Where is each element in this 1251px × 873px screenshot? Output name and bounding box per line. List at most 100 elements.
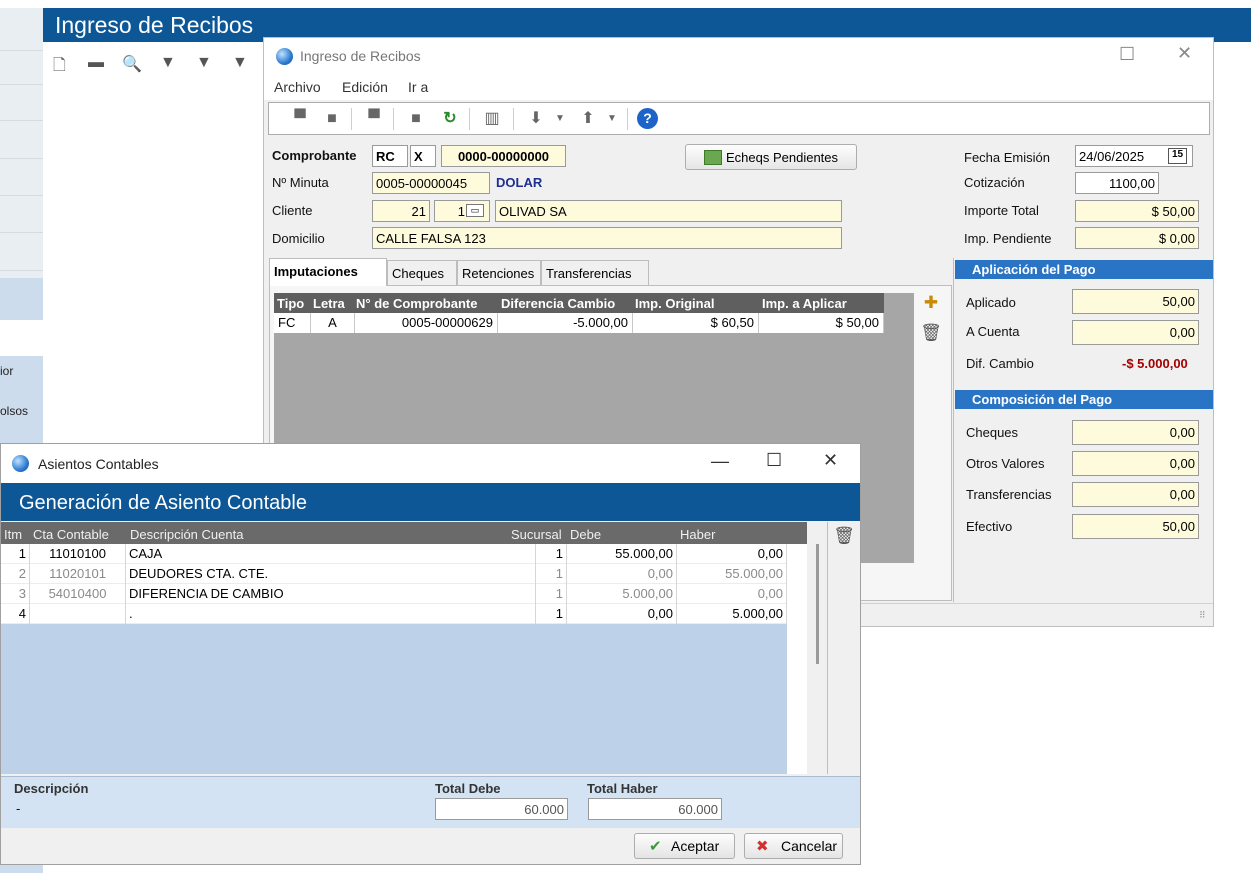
arrow-down-icon[interactable]: ⬇ <box>525 109 547 129</box>
print-icon[interactable]: ▀ <box>363 109 385 129</box>
tab-transferencias[interactable]: Transferencias <box>541 260 649 285</box>
cell-cta-contable[interactable]: 11020101 <box>30 564 126 584</box>
table-row[interactable]: 4 . 1 0,00 5.000,00 <box>1 604 787 624</box>
save-icon[interactable]: ▀ <box>289 109 311 129</box>
scrollbar-thumb[interactable] <box>816 544 819 664</box>
cell-debe[interactable]: 55.000,00 <box>567 544 677 564</box>
asientos-grid[interactable]: Itm Cta Contable Descripción Cuenta Sucu… <box>1 522 807 774</box>
minimize-icon[interactable]: — <box>711 451 729 472</box>
cell-sucursal[interactable]: 1 <box>536 544 567 564</box>
close-icon[interactable]: ✕ <box>1177 43 1192 64</box>
cotizacion-field[interactable]: 1100,00 <box>1075 172 1159 194</box>
column-header[interactable]: Sucursal <box>511 527 562 542</box>
tab-retenciones[interactable]: Retenciones <box>457 260 541 285</box>
cheques-field[interactable]: 0,00 <box>1072 420 1199 445</box>
column-header[interactable]: Descripción Cuenta <box>130 527 243 542</box>
cell-imp-original[interactable]: $ 60,50 <box>633 313 759 333</box>
maximize-icon[interactable]: ☐ <box>766 450 782 471</box>
cell-imp-aplicar[interactable]: $ 50,00 <box>759 313 884 333</box>
background-menu-selected-item[interactable] <box>0 320 43 356</box>
cell-haber[interactable]: 0,00 <box>677 584 787 604</box>
cell-haber[interactable]: 0,00 <box>677 544 787 564</box>
filter-icon[interactable]: ▼ <box>160 54 176 72</box>
vertical-scrollbar[interactable] <box>787 544 807 774</box>
column-header[interactable]: Diferencia Cambio <box>501 296 615 311</box>
cell-cta-contable[interactable]: 54010400 <box>30 584 126 604</box>
cell-itm[interactable]: 4 <box>1 604 30 624</box>
cell-cta-contable[interactable] <box>30 604 126 624</box>
filter-add-icon[interactable]: ▼ <box>196 54 212 72</box>
receipt-window-titlebar[interactable]: Ingreso de Recibos ☐ ✕ <box>264 38 1213 74</box>
chevron-down-icon[interactable]: ▼ <box>601 109 623 129</box>
cell-sucursal[interactable]: 1 <box>536 584 567 604</box>
cell-descripcion[interactable]: DEUDORES CTA. CTE. <box>126 564 536 584</box>
total-debe-field[interactable]: 60.000 <box>435 798 568 820</box>
accept-button[interactable]: ✔ Aceptar <box>634 833 735 859</box>
a-cuenta-field[interactable]: 0,00 <box>1072 320 1199 345</box>
help-icon[interactable]: ? <box>637 108 658 129</box>
domicilio-field[interactable]: CALLE FALSA 123 <box>372 227 842 249</box>
new-doc-icon[interactable]: 🗋 <box>53 54 66 81</box>
cell-comprobante[interactable]: 0005-00000629 <box>355 313 498 333</box>
cell-itm[interactable]: 2 <box>1 564 30 584</box>
column-header[interactable]: Cta Contable <box>33 527 109 542</box>
stop-icon[interactable]: ■ <box>321 109 343 129</box>
maximize-icon[interactable]: ☐ <box>1119 44 1135 65</box>
column-header[interactable]: N° de Comprobante <box>356 296 477 311</box>
client-lookup-icon[interactable]: ▭ <box>466 204 484 217</box>
cell-debe[interactable]: 0,00 <box>567 564 677 584</box>
background-menu-item[interactable]: olsos <box>0 404 28 418</box>
cell-sucursal[interactable]: 1 <box>536 604 567 624</box>
delete-row-icon[interactable]: 🗑 <box>920 323 942 345</box>
cancel-button[interactable]: ✖ Cancelar <box>744 833 843 859</box>
cell-itm[interactable]: 1 <box>1 544 30 564</box>
refresh-icon[interactable]: ↻ <box>439 109 461 129</box>
cell-descripcion[interactable]: . <box>126 604 536 624</box>
cell-tipo[interactable]: FC <box>274 313 311 333</box>
imp-pendiente-field[interactable]: $ 0,00 <box>1075 227 1199 249</box>
delete-row-icon[interactable]: 🗑 <box>833 526 855 548</box>
arrow-up-icon[interactable]: ⬆ <box>577 109 599 129</box>
transferencias-field[interactable]: 0,00 <box>1072 482 1199 507</box>
table-row[interactable]: FC A 0005-00000629 -5.000,00 $ 60,50 $ 5… <box>274 313 884 333</box>
cell-debe[interactable]: 5.000,00 <box>567 584 677 604</box>
aplicado-field[interactable]: 50,00 <box>1072 289 1199 314</box>
cell-haber[interactable]: 5.000,00 <box>677 604 787 624</box>
add-row-icon[interactable]: ✚ <box>920 293 942 315</box>
asientos-titlebar[interactable]: Asientos Contables — ☐ ✕ <box>1 444 860 483</box>
stop-icon[interactable]: ■ <box>405 109 427 129</box>
cell-descripcion[interactable]: CAJA <box>126 544 536 564</box>
otros-valores-field[interactable]: 0,00 <box>1072 451 1199 476</box>
search-icon[interactable]: 🔍 <box>122 54 142 74</box>
table-row[interactable]: 3 54010400 DIFERENCIA DE CAMBIO 1 5.000,… <box>1 584 787 604</box>
comprobante-letra-field[interactable]: X <box>410 145 436 167</box>
column-header[interactable]: Haber <box>680 527 715 542</box>
cell-itm[interactable]: 3 <box>1 584 30 604</box>
menu-ir-a[interactable]: Ir a <box>408 79 428 95</box>
menu-edicion[interactable]: Edición <box>342 79 388 95</box>
menu-archivo[interactable]: Archivo <box>274 79 321 95</box>
calendar-icon[interactable]: 15 <box>1168 148 1187 164</box>
table-row[interactable]: 2 11020101 DEUDORES CTA. CTE. 1 0,00 55.… <box>1 564 787 584</box>
importe-total-field[interactable]: $ 50,00 <box>1075 200 1199 222</box>
column-header[interactable]: Imp. a Aplicar <box>762 296 847 311</box>
efectivo-field[interactable]: 50,00 <box>1072 514 1199 539</box>
column-header[interactable]: Imp. Original <box>635 296 714 311</box>
cell-debe[interactable]: 0,00 <box>567 604 677 624</box>
background-menu-item[interactable]: ior <box>0 364 13 378</box>
total-haber-field[interactable]: 60.000 <box>588 798 722 820</box>
cliente-nombre-field[interactable]: OLIVAD SA <box>495 200 842 222</box>
minuta-field[interactable]: 0005-00000045 <box>372 172 490 194</box>
comprobante-tipo-field[interactable]: RC <box>372 145 408 167</box>
tab-cheques[interactable]: Cheques <box>387 260 457 285</box>
cell-diferencia-cambio[interactable]: -5.000,00 <box>498 313 633 333</box>
print-icon[interactable]: ▬ <box>88 54 104 72</box>
delete-icon[interactable]: ▥ <box>481 109 503 129</box>
cell-sucursal[interactable]: 1 <box>536 564 567 584</box>
cell-cta-contable[interactable]: 11010100 <box>30 544 126 564</box>
cell-letra[interactable]: A <box>311 313 355 333</box>
tab-imputaciones[interactable]: Imputaciones <box>269 258 387 286</box>
column-header[interactable]: Letra <box>313 296 345 311</box>
column-header[interactable]: Debe <box>570 527 601 542</box>
cell-haber[interactable]: 55.000,00 <box>677 564 787 584</box>
